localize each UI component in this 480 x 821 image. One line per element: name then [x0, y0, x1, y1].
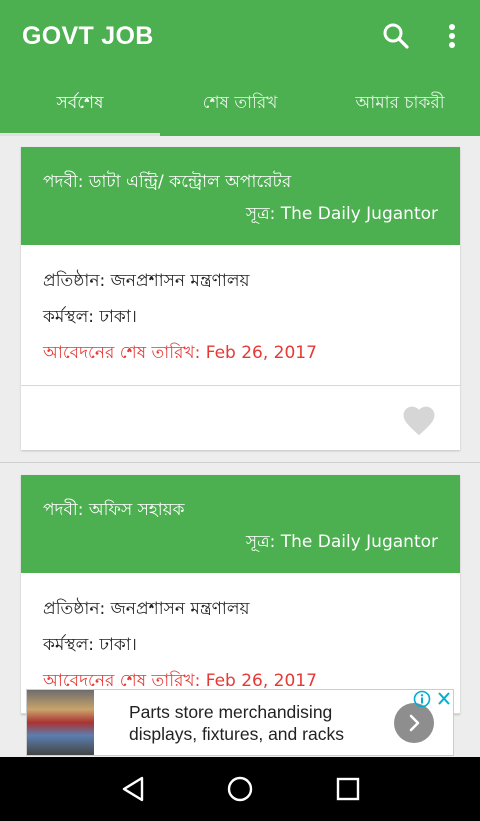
nav-home-button[interactable]	[222, 771, 258, 807]
job-list[interactable]: পদবী: ডাটা এন্ট্রি/ কন্ট্রোল অপারেটর সূত…	[0, 136, 480, 757]
close-icon	[438, 692, 450, 705]
tab-bar: সর্বশেষ শেষ তারিখ আমার চাকরী	[0, 72, 480, 136]
job-card-body: প্রতিষ্ঠান: জনপ্রশাসন মন্ত্রণালয় কর্মস্…	[21, 245, 460, 386]
ad-info-button[interactable]	[413, 690, 431, 708]
tab-deadline[interactable]: শেষ তারিখ	[160, 72, 320, 136]
favorite-button[interactable]	[400, 402, 438, 436]
home-circle-icon	[227, 776, 253, 802]
ad-banner[interactable]: Parts store merchandising displays, fixt…	[26, 689, 454, 756]
ad-text-line-2: displays, fixtures, and racks	[129, 724, 344, 744]
job-source: সূত্র: The Daily Jugantor	[245, 204, 438, 224]
search-icon	[383, 23, 409, 49]
job-card[interactable]: পদবী: ডাটা এন্ট্রি/ কন্ট্রোল অপারেটর সূত…	[21, 147, 460, 450]
nav-back-button[interactable]	[116, 771, 152, 807]
job-organization: প্রতিষ্ঠান: জনপ্রশাসন মন্ত্রণালয়	[43, 271, 250, 291]
ad-open-button[interactable]	[394, 703, 434, 743]
job-location: কর্মস্থল: ঢাকা।	[43, 307, 137, 327]
search-button[interactable]	[380, 20, 412, 52]
job-deadline: আবেদনের শেষ তারিখ: Feb 26, 2017	[43, 343, 317, 363]
job-card[interactable]: পদবী: অফিস সহায়ক সূত্র: The Daily Jugan…	[21, 475, 460, 714]
job-card-header: পদবী: অফিস সহায়ক সূত্র: The Daily Jugan…	[21, 475, 460, 573]
recent-square-icon	[336, 777, 360, 801]
ad-image[interactable]	[27, 690, 94, 755]
job-source: সূত্র: The Daily Jugantor	[245, 532, 438, 552]
app-bar: GOVT JOB সর্বশেষ শেষ তারিখ আমার চাকরী	[0, 0, 480, 136]
job-card-footer	[21, 386, 460, 450]
info-icon	[413, 690, 431, 708]
nav-recent-button[interactable]	[330, 771, 366, 807]
system-navigation-bar	[0, 757, 480, 821]
back-triangle-icon	[122, 776, 144, 802]
ad-close-button[interactable]	[434, 690, 454, 708]
job-organization: প্রতিষ্ঠান: জনপ্রশাসন মন্ত্রণালয়	[43, 599, 250, 619]
tab-my-jobs[interactable]: আমার চাকরী	[320, 72, 480, 136]
ad-text[interactable]: Parts store merchandising displays, fixt…	[129, 701, 344, 745]
job-card-header: পদবী: ডাটা এন্ট্রি/ কন্ট্রোল অপারেটর সূত…	[21, 147, 460, 245]
ad-text-line-1: Parts store merchandising	[129, 702, 333, 722]
more-vert-icon	[449, 24, 455, 48]
job-title: পদবী: অফিস সহায়ক	[43, 500, 185, 520]
app-title: GOVT JOB	[22, 22, 154, 50]
list-divider	[0, 462, 480, 463]
job-location: কর্মস্থল: ঢাকা।	[43, 635, 137, 655]
heart-icon	[403, 406, 435, 436]
more-options-button[interactable]	[440, 20, 464, 52]
tab-latest[interactable]: সর্বশেষ	[0, 72, 160, 136]
job-title: পদবী: ডাটা এন্ট্রি/ কন্ট্রোল অপারেটর	[43, 172, 292, 192]
chevron-right-icon	[409, 714, 420, 732]
